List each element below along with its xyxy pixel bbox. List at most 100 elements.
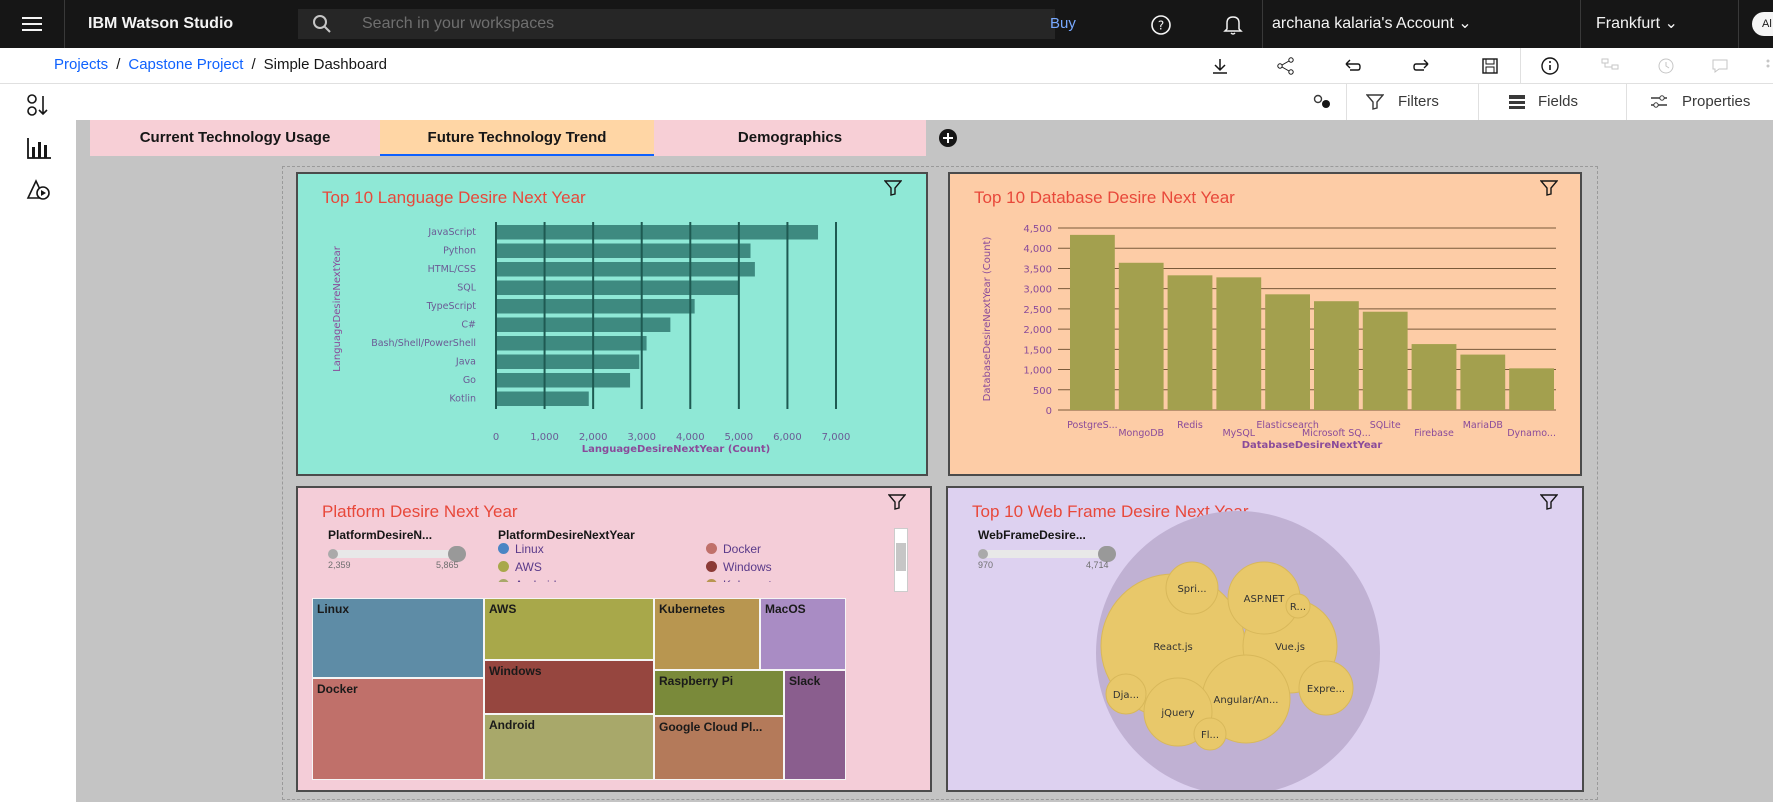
- category-label: TypeScript: [426, 301, 477, 312]
- filter-icon[interactable]: [888, 494, 906, 510]
- data-sources-icon[interactable]: [24, 92, 54, 120]
- tick-label: 5,000: [725, 432, 754, 443]
- tab-current-technology-usage[interactable]: Current Technology Usage: [90, 120, 380, 156]
- category-label: Kotlin: [449, 394, 476, 405]
- tick-label: 500: [1033, 386, 1052, 397]
- bar: [1460, 354, 1506, 410]
- legend-label: Android: [515, 578, 556, 582]
- treemap-cell[interactable]: AWS: [484, 598, 654, 660]
- legend-item[interactable]: Kubernetes: [706, 578, 784, 582]
- bar: [1411, 344, 1457, 410]
- legend-item[interactable]: Docker: [706, 542, 761, 556]
- add-tab-icon[interactable]: [938, 128, 958, 148]
- tick-label: 2,500: [1023, 305, 1052, 316]
- slider-min-value: 2,359: [328, 560, 351, 570]
- category-label: Microsoft SQ...: [1302, 428, 1371, 439]
- search-input[interactable]: Search in your workspaces: [298, 9, 1055, 39]
- treemap-cell[interactable]: Android: [484, 714, 654, 780]
- tick-label: 6,000: [773, 432, 802, 443]
- top-navigation-bar: IBM Watson Studio Search in your workspa…: [0, 0, 1773, 48]
- breadcrumb-projects[interactable]: Projects: [54, 56, 108, 73]
- tick-label: 2,000: [579, 432, 608, 443]
- slider-min-handle[interactable]: [328, 549, 338, 559]
- region-switcher[interactable]: Frankfurt ⌄: [1596, 0, 1678, 48]
- properties-button[interactable]: Properties: [1682, 84, 1750, 120]
- treemap-cell[interactable]: MacOS: [760, 598, 846, 670]
- account-name: archana kalaria's Account: [1272, 15, 1454, 32]
- smart-assist-icon[interactable]: [1312, 93, 1334, 111]
- bar: [496, 317, 671, 332]
- legend-item[interactable]: AWS: [498, 560, 542, 574]
- treemap-cell[interactable]: Linux: [312, 598, 484, 678]
- x-axis-label: LanguageDesireNextYear (Count): [582, 444, 770, 455]
- language-bar-chart: JavaScript Python HTML/CSS SQL TypeScript C# B…: [332, 222, 850, 455]
- bar: [496, 262, 755, 277]
- shapes-icon[interactable]: [24, 176, 54, 204]
- history-icon: [1658, 58, 1674, 74]
- bar: [1070, 234, 1115, 410]
- platform-desire-widget[interactable]: Platform Desire Next Year PlatformDesire…: [296, 486, 932, 792]
- slider-label: PlatformDesireN...: [328, 528, 433, 542]
- share-icon[interactable]: [1276, 56, 1296, 76]
- category-label: Python: [443, 246, 476, 257]
- help-icon[interactable]: ?: [1150, 14, 1172, 36]
- fields-button[interactable]: Fields: [1538, 84, 1578, 120]
- treemap-cell[interactable]: Slack: [784, 670, 846, 780]
- comment-icon: [1712, 59, 1728, 73]
- value-range-slider[interactable]: [328, 546, 466, 562]
- legend[interactable]: LinuxDockerAWSWindowsAndroidKubernetesMa…: [498, 542, 868, 582]
- category-label: MySQL: [1222, 428, 1255, 439]
- tab-future-technology-trend[interactable]: Future Technology Trend: [380, 120, 654, 156]
- slider-max-value: 5,865: [436, 560, 459, 570]
- category-label: SQL: [457, 283, 477, 294]
- visualizations-icon[interactable]: [24, 134, 54, 162]
- y-axis-label: LanguageDesireNextYear: [332, 245, 343, 372]
- treemap-cell[interactable]: Kubernetes: [654, 598, 760, 670]
- legend-item[interactable]: Windows: [706, 560, 772, 574]
- category-label: MariaDB: [1463, 420, 1503, 431]
- account-switcher[interactable]: archana kalaria's Account ⌄: [1272, 0, 1472, 48]
- buy-link[interactable]: Buy: [1050, 0, 1076, 48]
- breadcrumb-bar: Projects / Capstone Project / Simple Dashboa…: [0, 48, 1773, 84]
- bar: [496, 243, 751, 258]
- treemap-cell[interactable]: Google Cloud Pl...: [654, 716, 784, 780]
- breadcrumb-capstone-project[interactable]: Capstone Project: [128, 56, 243, 73]
- legend-label: Linux: [515, 542, 544, 556]
- info-icon[interactable]: [1540, 56, 1560, 76]
- webframe-desire-widget[interactable]: Top 10 Web Frame Desire Next Year WebFra…: [946, 486, 1584, 792]
- undo-icon[interactable]: [1342, 56, 1362, 76]
- filters-button[interactable]: Filters: [1398, 84, 1439, 120]
- hamburger-menu-icon[interactable]: [0, 0, 64, 48]
- database-desire-widget[interactable]: Top 10 Database Desire Next Year 0 500 1,0…: [948, 172, 1582, 476]
- legend-item[interactable]: Android: [498, 578, 556, 582]
- treemap-cell[interactable]: Raspberry Pi: [654, 670, 784, 716]
- bubble-label: Angular/An...: [1214, 695, 1279, 706]
- tick-label: 3,500: [1023, 264, 1052, 275]
- bar: [1216, 277, 1262, 410]
- redo-icon[interactable]: [1412, 56, 1432, 76]
- bubble-label: jQuery: [1160, 708, 1194, 719]
- more-icon: [1766, 59, 1770, 68]
- fields-icon: [1509, 95, 1525, 109]
- bar: [496, 299, 695, 314]
- save-icon[interactable]: [1480, 56, 1500, 76]
- legend-item[interactable]: Linux: [498, 542, 544, 556]
- bar: [1118, 262, 1164, 410]
- legend-swatch: [498, 579, 509, 582]
- tick-label: 1,000: [1023, 366, 1052, 377]
- download-icon[interactable]: [1210, 56, 1230, 76]
- treemap-cell[interactable]: Windows: [484, 660, 654, 714]
- notification-bell-icon[interactable]: [1222, 14, 1244, 36]
- language-desire-widget[interactable]: Top 10 Language Desire Next Year JavaScr…: [296, 172, 928, 476]
- bubble-label: Spri...: [1177, 584, 1206, 595]
- legend-scrollbar[interactable]: [894, 528, 908, 592]
- region-name: Frankfurt: [1596, 15, 1661, 32]
- category-label: HTML/CSS: [428, 264, 476, 275]
- bar: [496, 336, 647, 351]
- legend-label: Docker: [723, 542, 762, 556]
- avatar[interactable]: Al: [1752, 12, 1773, 36]
- product-brand[interactable]: IBM Watson Studio: [88, 0, 233, 48]
- category-label: SQLite: [1370, 420, 1401, 431]
- tab-demographics[interactable]: Demographics: [654, 120, 926, 156]
- treemap-cell[interactable]: Docker: [312, 678, 484, 780]
